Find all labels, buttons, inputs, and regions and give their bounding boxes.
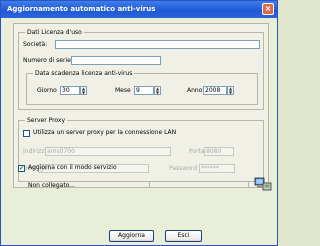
- license-group: Dati Licenza d'uso Società: Numero di se…: [18, 29, 264, 110]
- use-proxy-checkbox[interactable]: [23, 130, 30, 137]
- window-title: Aggiornamento automatico anti-virus: [7, 5, 156, 13]
- update-dialog: Aggiornamento automatico anti-virus × Da…: [0, 0, 278, 246]
- progress-bar: [149, 181, 249, 188]
- day-spinner[interactable]: ▲ ▼: [80, 86, 87, 95]
- societa-input[interactable]: [55, 40, 260, 49]
- year-input[interactable]: 2008: [203, 86, 227, 95]
- update-button[interactable]: Aggiorna: [109, 230, 154, 242]
- societa-label: Società:: [23, 41, 48, 48]
- title-bar: Aggiornamento automatico anti-virus ×: [1, 1, 277, 18]
- month-label: Mese: [115, 87, 131, 94]
- close-icon[interactable]: ×: [262, 3, 274, 15]
- service-mode-label: Aggiorna con il modo servizio: [28, 164, 117, 171]
- month-input[interactable]: 9: [134, 86, 154, 95]
- use-proxy-label: Utilizza un server proxy per la connessi…: [33, 129, 177, 136]
- expiry-group-title: Data scadenza licenza anti-virus: [33, 70, 135, 77]
- password-label: Password: [169, 165, 198, 172]
- serial-label: Numero di serie:: [23, 57, 73, 64]
- proxy-group: Server Proxy Utilizza un server proxy pe…: [18, 117, 264, 182]
- status-text: Non collegato...: [28, 182, 75, 189]
- serial-input[interactable]: [71, 56, 161, 65]
- license-group-title: Dati Licenza d'uso: [25, 29, 84, 36]
- exit-button[interactable]: Esci: [165, 230, 202, 242]
- password-input[interactable]: ******: [199, 164, 235, 173]
- service-mode-checkbox[interactable]: ✔: [18, 165, 25, 172]
- day-input[interactable]: 30: [60, 86, 80, 95]
- year-label: Anno: [187, 87, 203, 94]
- year-spinner[interactable]: ▲ ▼: [227, 86, 234, 95]
- port-input[interactable]: 8080: [204, 147, 234, 156]
- day-label: Giorno: [37, 87, 57, 94]
- port-label: Porta: [189, 148, 205, 155]
- network-computer-icon: [254, 177, 272, 191]
- proxy-group-title: Server Proxy: [25, 117, 68, 124]
- address-input[interactable]: ams0700: [45, 147, 171, 156]
- expiry-group: Data scadenza licenza anti-virus Giorno …: [26, 70, 258, 105]
- month-spinner[interactable]: ▲ ▼: [154, 86, 161, 95]
